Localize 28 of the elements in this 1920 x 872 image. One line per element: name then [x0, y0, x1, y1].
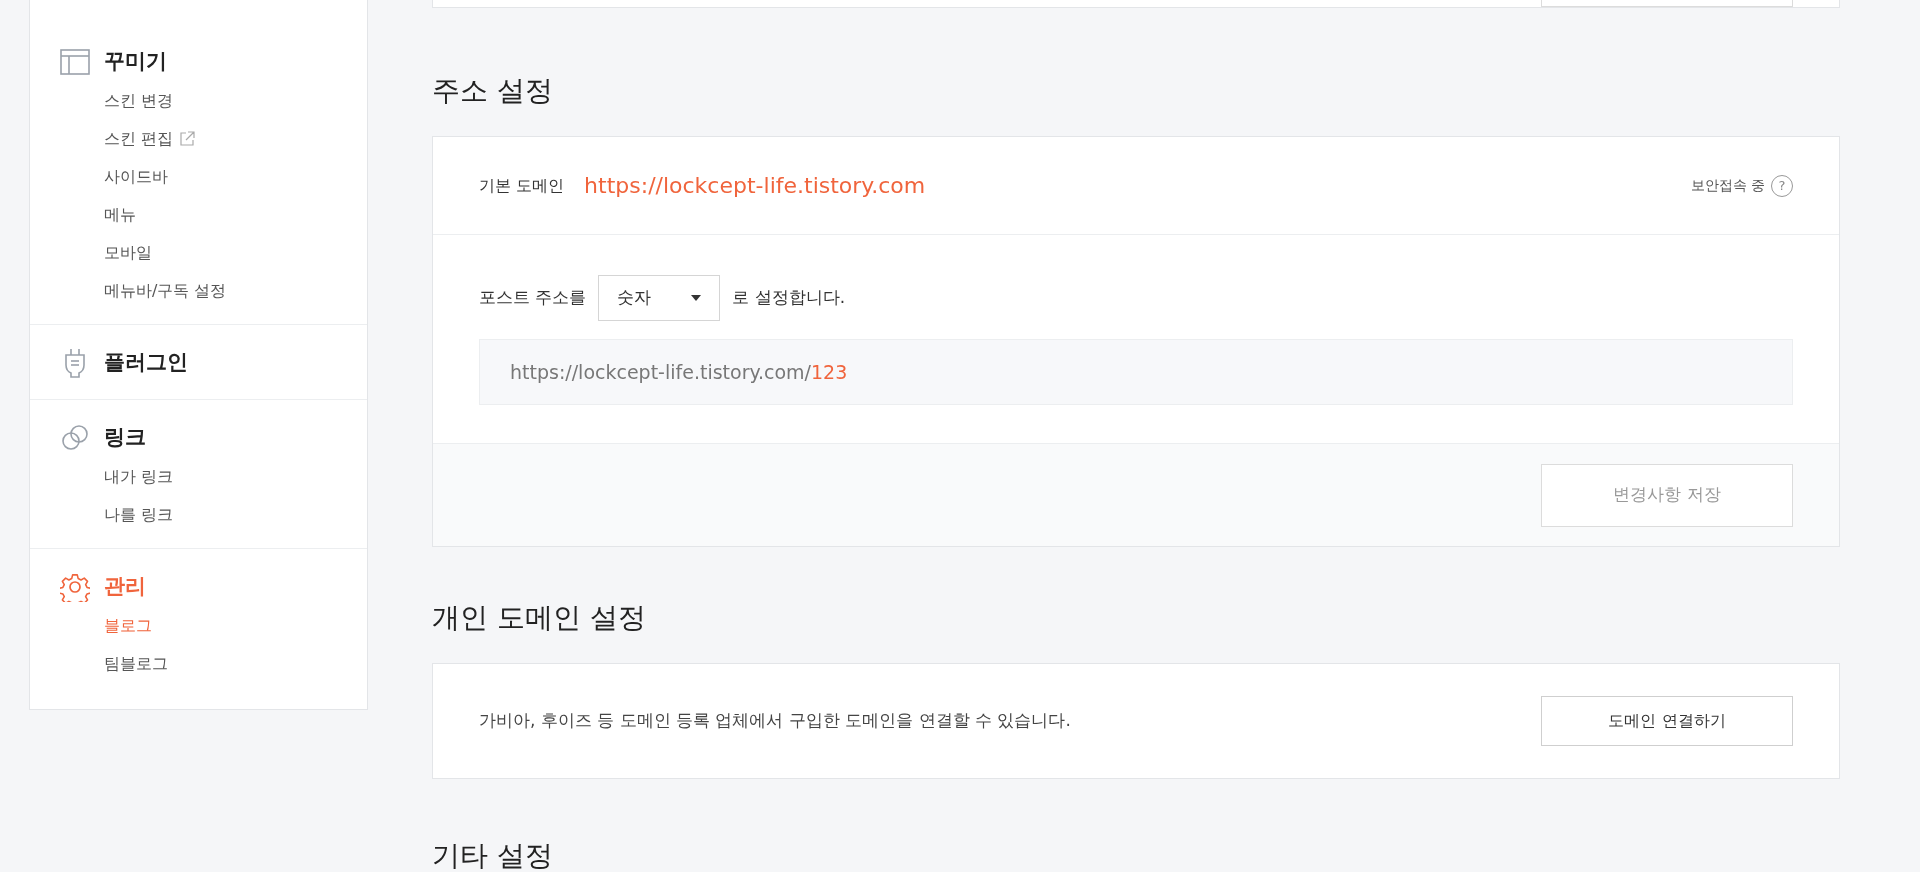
- link-icon: [60, 423, 90, 453]
- sidebar-group-link[interactable]: 링크: [104, 422, 146, 454]
- field-label: 포스트 주소를: [479, 286, 587, 310]
- description-text: 가비아, 후이즈 등 도메인 등록 업체에서 구입한 도메인을 연결할 수 있습니다.: [479, 709, 1071, 733]
- select-dropdown[interactable]: 숫자: [598, 275, 721, 321]
- url-preview: https://lockcept-life.tistory.com/123: [479, 339, 1793, 405]
- section-heading: 주소 설정: [432, 73, 554, 109]
- section-heading: 개인 도메인 설정: [432, 600, 647, 636]
- external-link-icon: [179, 131, 196, 147]
- sidebar-item[interactable]: 내가 링크: [104, 465, 174, 489]
- sidebar-item[interactable]: 팀블로그: [104, 652, 168, 676]
- sidebar-item[interactable]: 나를 링크: [104, 503, 174, 527]
- layout-icon: [60, 47, 90, 77]
- connect-domain-button[interactable]: 도메인 연결하기: [1541, 696, 1793, 746]
- sidebar-item[interactable]: 스킨 변경: [104, 89, 174, 113]
- field-label: 로 설정합니다.: [732, 286, 846, 310]
- status-text: 보안접속 중: [1690, 176, 1765, 195]
- sidebar-group-link[interactable]: 플러그인: [104, 347, 188, 379]
- sidebar-group-link[interactable]: 꾸미기: [104, 46, 167, 78]
- sidebar-item[interactable]: 사이드바: [104, 165, 168, 189]
- sidebar-item[interactable]: 모바일: [104, 241, 152, 265]
- sidebar-item[interactable]: 메뉴: [104, 203, 136, 227]
- sidebar-item[interactable]: 스킨 편집: [104, 127, 174, 151]
- caret-icon: [691, 295, 702, 301]
- section-heading: 기타 설정: [432, 838, 554, 872]
- sidebar-item[interactable]: 메뉴바/구독 설정: [104, 279, 227, 303]
- field-label: 기본 도메인: [479, 174, 565, 197]
- settings-icon: [60, 572, 90, 602]
